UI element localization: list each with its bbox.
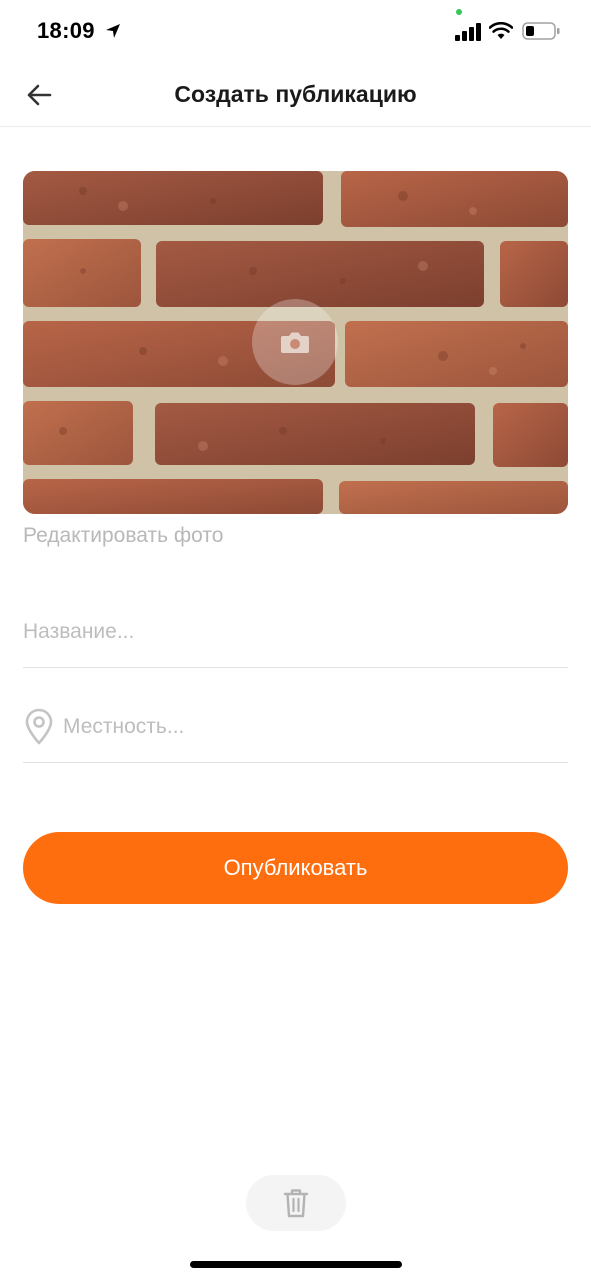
page-title: Создать публикацию	[174, 81, 417, 107]
status-time: 18:09	[37, 18, 95, 43]
location-pin-icon	[25, 708, 53, 745]
status-bar: 18:09	[0, 0, 591, 64]
camera-indicator-dot	[456, 9, 462, 15]
battery-icon	[522, 22, 560, 40]
place-input[interactable]	[63, 702, 568, 752]
camera-icon	[281, 332, 309, 353]
signal-icon	[455, 23, 481, 41]
photo-preview[interactable]	[23, 171, 568, 514]
wifi-icon	[489, 22, 513, 39]
edit-photo-link[interactable]: Редактировать фото	[23, 524, 223, 548]
location-arrow-icon	[106, 24, 120, 38]
publish-button-label: Опубликовать	[223, 855, 368, 880]
trash-icon	[283, 1189, 309, 1218]
camera-overlay[interactable]	[252, 299, 338, 385]
publish-button[interactable]: Опубликовать	[23, 832, 568, 904]
name-input[interactable]	[23, 607, 568, 657]
place-field[interactable]	[23, 702, 568, 763]
name-field[interactable]	[23, 607, 568, 668]
header: Создать публикацию	[0, 64, 591, 127]
home-indicator	[190, 1261, 402, 1268]
delete-button[interactable]	[246, 1175, 346, 1231]
